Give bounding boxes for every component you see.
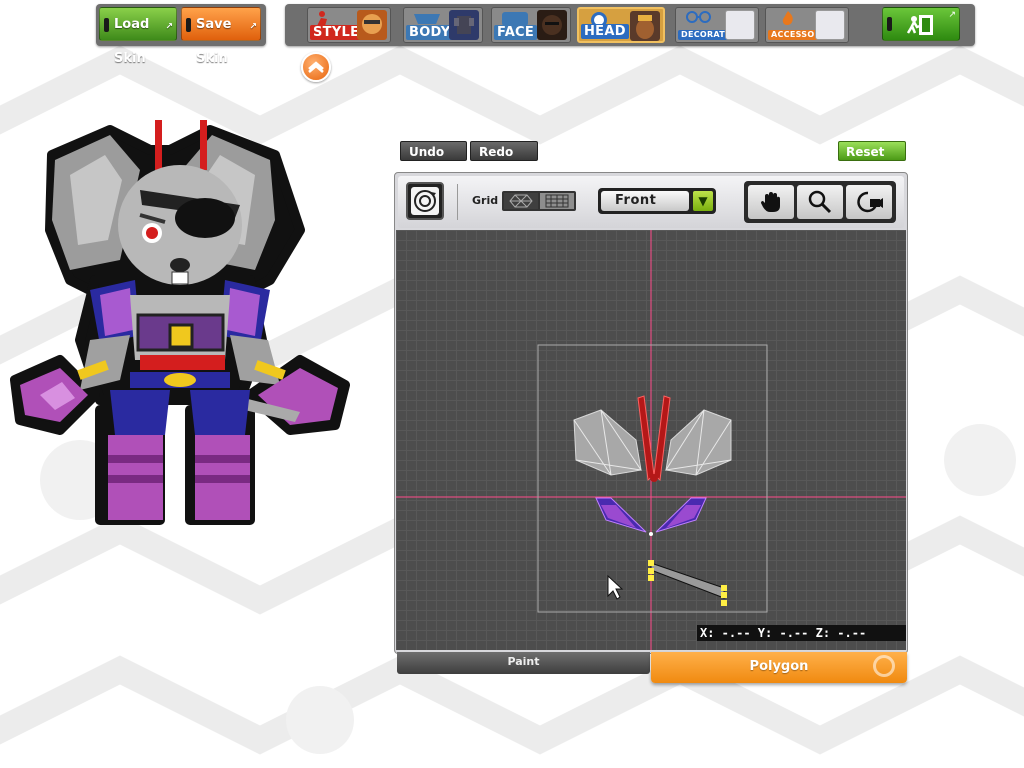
- view-select-value: Front: [601, 191, 689, 211]
- rotate-view-inner: [411, 187, 439, 215]
- accessory-thumbnail-empty: [815, 10, 845, 40]
- hex-grid-icon: [509, 194, 533, 208]
- save-skin-label: Save Skin: [196, 17, 232, 66]
- category-body-label: BODY: [406, 25, 454, 40]
- external-arrow-icon: ↗: [948, 10, 956, 20]
- viewport-scene: [396, 230, 906, 650]
- magnifier-icon: [808, 190, 832, 214]
- selected-polygon: [648, 560, 727, 606]
- mouse-cursor-icon: [607, 574, 624, 600]
- chevron-down-icon: ▼: [693, 191, 713, 211]
- category-toolbar: STYLE BODY FACE HEAD DECORATION ACCESSOR…: [285, 4, 975, 46]
- hand-icon: [761, 192, 780, 212]
- redo-button[interactable]: Redo: [470, 141, 538, 161]
- decoration-thumbnail-empty: [725, 10, 755, 40]
- tab-paint[interactable]: Paint: [397, 652, 650, 674]
- flame-icon: [782, 11, 793, 25]
- antenna-mesh: [637, 395, 671, 482]
- ring-decoration-icon: [873, 655, 895, 677]
- load-skin-label: Load Skin: [114, 17, 150, 66]
- grid-square-option[interactable]: [540, 193, 574, 209]
- zoom-button[interactable]: [797, 185, 843, 219]
- tab-polygon-label: Polygon: [749, 659, 809, 674]
- load-skin-button[interactable]: Load Skin ↗: [99, 7, 177, 66]
- reset-button[interactable]: Reset: [838, 141, 906, 161]
- category-decoration-button[interactable]: DECORATION: [675, 7, 759, 43]
- button-notch: [186, 18, 191, 32]
- category-style-button[interactable]: STYLE: [307, 7, 391, 43]
- button-notch: [887, 17, 892, 31]
- 3d-viewport[interactable]: [396, 230, 906, 650]
- style-icon: [317, 11, 327, 26]
- toolbar-separator: [457, 184, 458, 220]
- external-arrow-icon: ↗: [165, 22, 173, 32]
- category-accessory-button[interactable]: ACCESSORY: [765, 7, 849, 43]
- coordinate-readout: X: -.-- Y: -.-- Z: -.--: [697, 625, 906, 641]
- glasses-icon: [686, 11, 711, 23]
- tab-polygon[interactable]: Polygon: [651, 652, 907, 683]
- character-preview: [10, 120, 350, 525]
- button-notch: [104, 18, 109, 32]
- category-head-button[interactable]: HEAD: [577, 7, 665, 43]
- rotate-view-button[interactable]: [406, 182, 444, 220]
- save-skin-button[interactable]: Save Skin ↗: [181, 7, 261, 66]
- head-thumbnail: [630, 11, 660, 41]
- body-thumbnail: [449, 10, 479, 40]
- style-thumbnail: [357, 10, 387, 40]
- grid-label: Grid: [472, 194, 499, 207]
- view-select[interactable]: Front ▼: [598, 188, 716, 214]
- rotate-icon: [414, 190, 436, 212]
- category-face-button[interactable]: FACE: [491, 7, 571, 43]
- face-thumbnail: [537, 10, 567, 40]
- exit-door-icon: [906, 15, 933, 35]
- camera-rotate-icon: [857, 191, 883, 213]
- category-style-label: STYLE: [310, 25, 363, 40]
- pan-hand-button[interactable]: [748, 185, 794, 219]
- rank-badge-icon[interactable]: [301, 52, 331, 82]
- body-icon: [414, 14, 440, 24]
- external-arrow-icon: ↗: [249, 22, 257, 32]
- square-grid-icon: [545, 194, 569, 208]
- category-body-button[interactable]: BODY: [403, 7, 483, 43]
- face-icon: [502, 12, 528, 26]
- skin-toolbar: Load Skin ↗ Save Skin ↗: [96, 4, 266, 66]
- exit-button[interactable]: ↗: [882, 7, 960, 41]
- undo-button[interactable]: Undo: [400, 141, 467, 161]
- grid-hex-option[interactable]: [504, 193, 538, 209]
- category-face-label: FACE: [494, 25, 538, 40]
- camera-rotate-button[interactable]: [846, 185, 892, 219]
- category-head-label: HEAD: [581, 24, 629, 39]
